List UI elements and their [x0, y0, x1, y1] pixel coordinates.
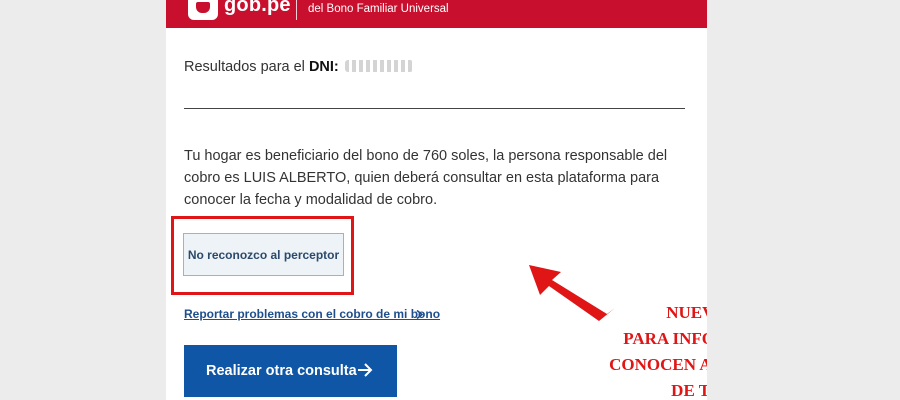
not-recognize-button[interactable]: No reconozco al perceptor — [183, 233, 344, 276]
dni-label: DNI: — [308, 59, 339, 75]
annotation-line: PARA INFORMAR QUE NO — [623, 329, 707, 348]
results-card: gob.pe del Bono Familiar Universal Resul… — [166, 0, 707, 400]
report-problems-link[interactable]: Reportar problemas con el cobro de mi bo… — [184, 307, 440, 321]
annotation-line: DE TU HOGAR — [671, 381, 707, 400]
site-header: gob.pe del Bono Familiar Universal — [166, 0, 707, 28]
new-query-button[interactable]: Realizar otra consulta — [184, 345, 397, 397]
header-subtitle: del Bono Familiar Universal — [308, 3, 449, 15]
dni-value-blurred — [344, 60, 413, 72]
section-divider — [184, 108, 685, 109]
annotation-line: CONOCEN AL BENEFICIARIO — [609, 355, 707, 374]
peru-shield-logo-icon[interactable] — [188, 0, 218, 20]
results-heading: Resultados para el DNI: — [184, 59, 413, 75]
new-query-label: Realizar otra consulta — [206, 363, 357, 379]
annotation-line: NUEVA OPCIÓN — [666, 303, 707, 322]
header-divider — [296, 0, 297, 20]
annotation-text: NUEVA OPCIÓN PARA INFORMAR QUE NO CONOCE… — [591, 300, 707, 400]
results-prefix: Resultados para el — [184, 59, 309, 75]
shield-icon — [196, 2, 210, 13]
chevron-right-icon[interactable] — [415, 310, 424, 319]
beneficiary-message: Tu hogar es beneficiario del bono de 760… — [184, 148, 668, 208]
arrow-right-icon — [358, 363, 373, 377]
brand-name[interactable]: gob.pe — [224, 0, 291, 17]
